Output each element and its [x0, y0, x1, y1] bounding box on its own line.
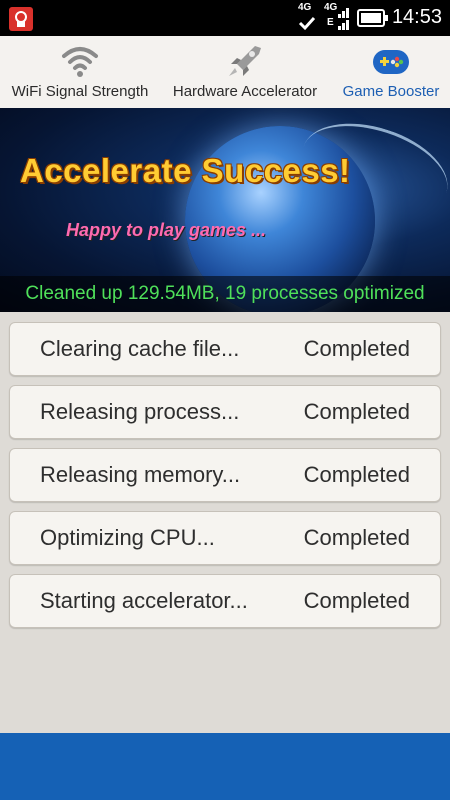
tab-wifi-signal-strength[interactable]: WiFi Signal Strength	[0, 36, 160, 108]
app-notification-icon	[9, 7, 33, 31]
task-label: Releasing memory...	[40, 462, 241, 487]
list-item: Optimizing CPU... Completed	[9, 511, 441, 565]
network-type-label: 4G	[298, 2, 312, 13]
clock: 14:53	[391, 6, 442, 28]
rocket-icon	[229, 46, 261, 76]
list-item: Clearing cache file... Completed	[9, 322, 441, 376]
banner-subtitle: Happy to play games ...	[66, 220, 267, 240]
task-label: Clearing cache file...	[40, 336, 240, 361]
task-status: Completed	[303, 399, 410, 424]
check-icon	[298, 16, 316, 31]
network-type-label-2: 4G	[324, 2, 338, 13]
tab-label: WiFi Signal Strength	[11, 83, 149, 100]
task-status: Completed	[303, 462, 410, 487]
bottom-bar	[0, 733, 450, 800]
task-status: Completed	[303, 588, 410, 613]
task-status: Completed	[303, 336, 410, 361]
success-banner: Accelerate Success! Happy to play games …	[0, 108, 450, 312]
status-bar: 4G 4G E 14:53	[0, 0, 450, 36]
tab-hardware-accelerator[interactable]: Hardware Accelerator	[163, 36, 327, 108]
tab-label: Hardware Accelerator	[172, 83, 318, 100]
task-list: Clearing cache file... Completed Releasi…	[9, 322, 441, 637]
banner-title: Accelerate Success!	[20, 152, 351, 189]
wifi-icon	[62, 47, 98, 77]
task-label: Starting accelerator...	[40, 588, 248, 613]
signal-bars-icon	[338, 8, 349, 30]
battery-icon	[357, 9, 388, 27]
list-item: Releasing process... Completed	[9, 385, 441, 439]
task-label: Optimizing CPU...	[40, 525, 215, 550]
list-item: Releasing memory... Completed	[9, 448, 441, 502]
tab-label: Game Booster	[342, 83, 440, 100]
task-status: Completed	[303, 525, 410, 550]
task-label: Releasing process...	[40, 399, 240, 424]
gamepad-icon	[373, 50, 409, 74]
network-type-label-3: E	[327, 17, 334, 28]
tab-bar: WiFi Signal Strength Hardware Accelerato…	[0, 36, 450, 109]
tab-game-booster[interactable]: Game Booster	[332, 36, 450, 108]
list-item: Starting accelerator... Completed	[9, 574, 441, 628]
cleanup-summary: Cleaned up 129.54MB, 19 processes optimi…	[0, 276, 450, 312]
